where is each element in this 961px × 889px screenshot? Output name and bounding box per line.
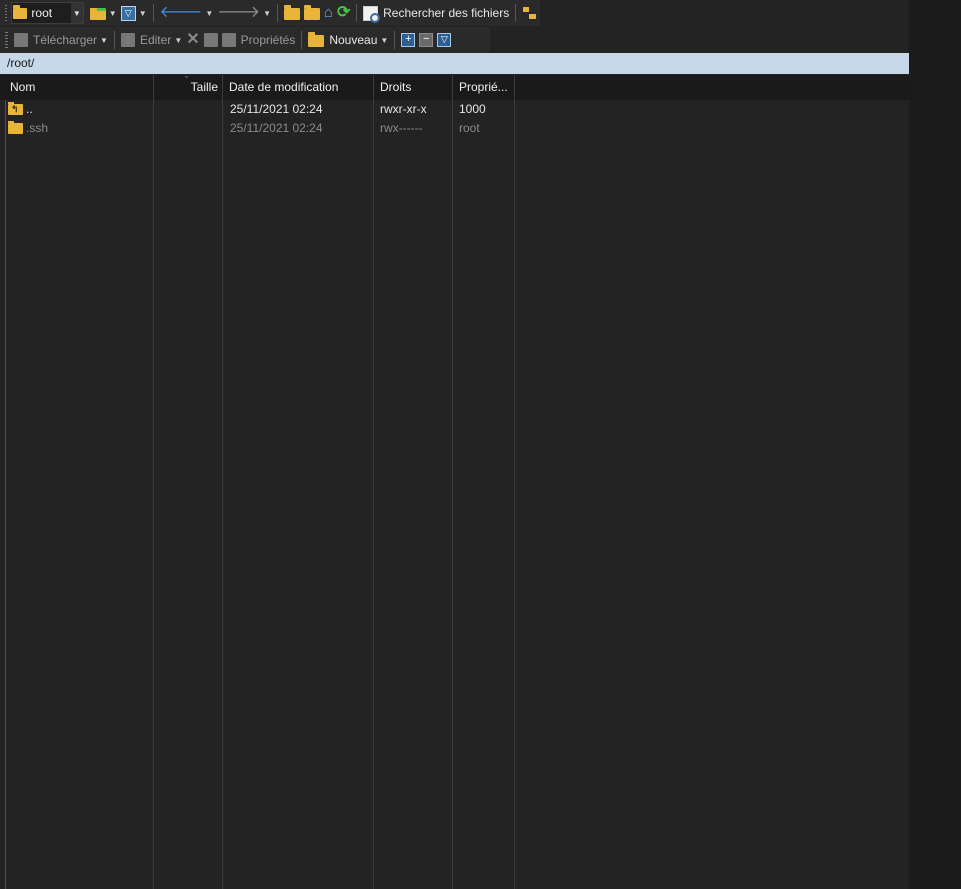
new-folder-icon: [308, 32, 325, 48]
chevron-down-icon[interactable]: ▼: [100, 36, 108, 45]
select-files-button[interactable]: +: [399, 29, 417, 51]
properties-label: Propriétés: [240, 33, 296, 47]
column-header-owner[interactable]: Proprié...: [453, 75, 515, 100]
toolbar-separator: [277, 4, 278, 22]
filter-button[interactable]: ▽ ▼: [119, 2, 149, 24]
file-rights: rwx------: [380, 121, 423, 135]
folder-icon: [8, 121, 23, 134]
root-folder-icon: [303, 5, 320, 21]
delete-icon: ✕: [186, 31, 200, 48]
file-modified: 25/11/2021 02:24: [230, 121, 323, 135]
properties-button[interactable]: Propriétés: [220, 29, 298, 51]
file-actions-toolbar: Télécharger ▼ Editer ▼ ✕ Propriétés Nouv…: [0, 27, 490, 53]
filter-files-button[interactable]: ▽: [435, 29, 453, 51]
file-name: .ssh: [26, 121, 49, 135]
new-label: Nouveau: [329, 33, 378, 47]
forward-button[interactable]: 🡒 ▼: [215, 2, 273, 24]
directory-tree-icon: [522, 5, 538, 21]
column-divider: [373, 100, 374, 889]
folder-icon: [12, 5, 28, 21]
delete-button[interactable]: ✕: [184, 29, 201, 51]
minus-icon: −: [419, 33, 434, 47]
properties-icon: [221, 33, 236, 47]
location-combo-value: root: [31, 6, 53, 20]
find-files-button[interactable]: Rechercher des fichiers: [361, 2, 511, 24]
column-divider: [222, 100, 223, 889]
parent-directory-button[interactable]: [282, 2, 302, 24]
rename-button[interactable]: [202, 29, 220, 51]
toolbar-grip[interactable]: [5, 5, 8, 21]
chevron-down-icon[interactable]: ▼: [70, 3, 83, 23]
file-list-header: Nom ˇ Taille Date de modification Droits…: [0, 75, 909, 100]
column-divider: [514, 100, 515, 889]
path-bar[interactable]: /root/: [0, 53, 909, 74]
column-divider: [153, 100, 154, 889]
refresh-button[interactable]: ⟳: [335, 2, 352, 24]
file-owner: 1000: [459, 102, 486, 116]
forward-arrow-icon: 🡒: [217, 4, 261, 21]
chevron-down-icon[interactable]: ▼: [263, 9, 271, 18]
open-folder-icon: [89, 5, 106, 21]
home-directory-button[interactable]: ⌂: [322, 2, 335, 24]
open-directory-button[interactable]: ▼: [88, 2, 119, 24]
column-header-size[interactable]: ˇ Taille: [154, 75, 223, 100]
root-directory-button[interactable]: [302, 2, 322, 24]
filter-icon: ▽: [120, 5, 136, 21]
toolbar-separator: [152, 4, 154, 22]
chevron-down-icon[interactable]: ▼: [174, 36, 182, 45]
sort-descending-icon: ˇ: [185, 75, 188, 85]
back-arrow-icon: 🡐: [159, 4, 203, 21]
tree-toggle-button[interactable]: [520, 2, 540, 24]
toolbar-separator: [113, 31, 115, 49]
parent-folder-icon: ↰: [8, 102, 23, 115]
toolbar-separator: [515, 4, 516, 22]
chevron-down-icon[interactable]: ▼: [380, 36, 388, 45]
refresh-icon: ⟳: [336, 4, 351, 21]
navigation-toolbar: root ▼ ▼ ▽ ▼ 🡐 ▼ 🡒 ▼ ⌂ ⟳ Rechercher des …: [0, 0, 540, 26]
file-modified: 25/11/2021 02:24: [230, 102, 323, 116]
file-rights: rwxr-xr-x: [380, 102, 427, 116]
empty-right-area: [909, 0, 961, 889]
toolbar-separator: [356, 4, 358, 22]
file-owner: root: [459, 121, 480, 135]
list-item[interactable]: .ssh 25/11/2021 02:24 rwx------ root: [0, 119, 515, 138]
chevron-down-icon[interactable]: ▼: [205, 9, 213, 18]
column-header-name[interactable]: Nom: [0, 75, 154, 100]
chevron-down-icon[interactable]: ▼: [139, 9, 147, 18]
toolbar-separator: [301, 31, 303, 49]
rename-icon: [203, 33, 218, 47]
filter-icon: ▽: [437, 33, 452, 47]
edit-button[interactable]: Editer ▼: [119, 29, 184, 51]
edit-icon: [120, 33, 135, 47]
edit-label: Editer: [139, 33, 172, 47]
download-label: Télécharger: [33, 33, 98, 47]
find-files-icon: [363, 5, 381, 23]
back-button[interactable]: 🡐 ▼: [157, 2, 215, 24]
column-header-size-label: Taille: [190, 80, 218, 94]
download-button[interactable]: Télécharger ▼: [12, 29, 110, 51]
list-item[interactable]: ↰ .. 25/11/2021 02:24 rwxr-xr-x 1000: [0, 100, 515, 119]
find-files-label: Rechercher des fichiers: [383, 6, 510, 20]
column-header-modified[interactable]: Date de modification: [223, 75, 374, 100]
location-combo[interactable]: root ▼: [11, 2, 84, 24]
download-icon: [14, 33, 28, 47]
toolbar-grip[interactable]: [5, 32, 8, 48]
file-name: ..: [26, 102, 33, 116]
chevron-down-icon[interactable]: ▼: [109, 9, 117, 18]
home-icon: ⌂: [323, 4, 333, 21]
plus-icon: +: [401, 33, 416, 47]
column-divider: [452, 100, 453, 889]
parent-folder-icon: [283, 5, 300, 21]
toolbar-separator: [394, 31, 396, 49]
column-header-rights[interactable]: Droits: [374, 75, 453, 100]
new-button[interactable]: Nouveau ▼: [306, 29, 390, 51]
list-left-edge: [5, 100, 6, 889]
unselect-files-button[interactable]: −: [417, 29, 435, 51]
